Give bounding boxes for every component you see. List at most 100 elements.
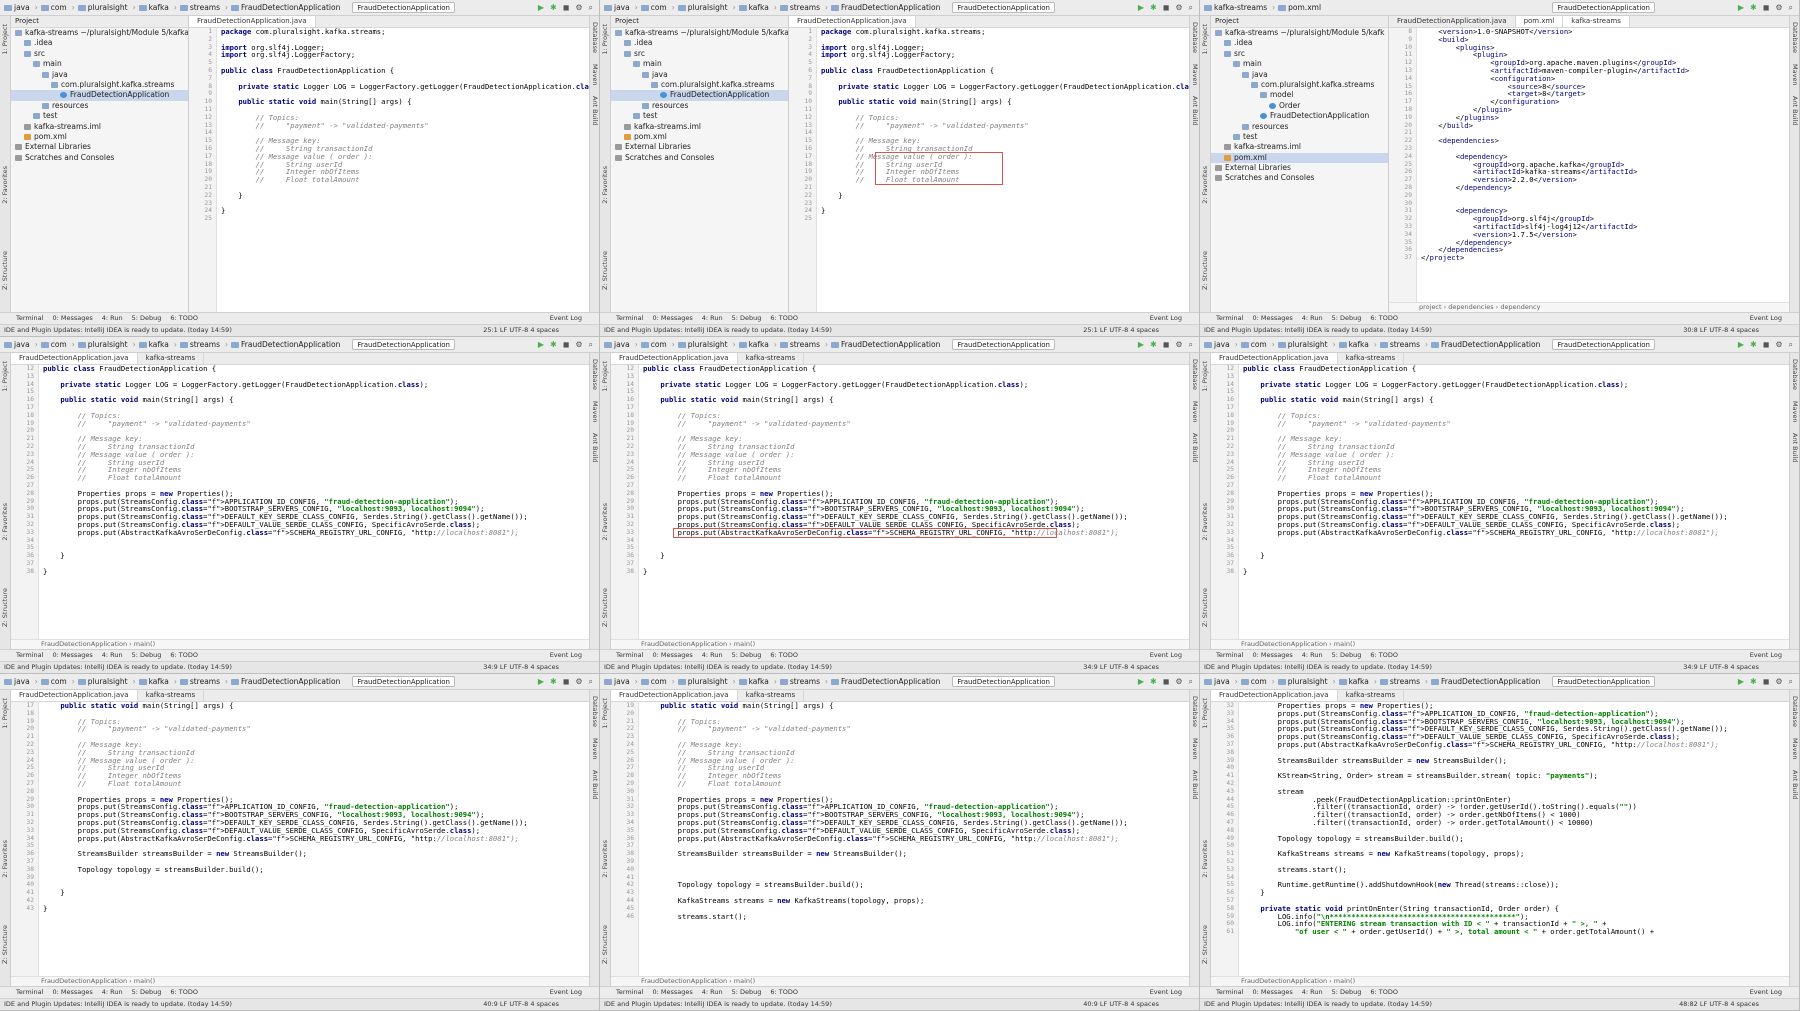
code-area[interactable]: 19 public static void main(String[] args… xyxy=(626,702,1185,986)
code-area[interactable]: 8 <version>1.0-SNAPSHOT</version> 9 <buil… xyxy=(1404,28,1785,312)
event-log-button[interactable]: Event Log xyxy=(1150,313,1182,324)
tool-window-database[interactable]: Database xyxy=(591,696,599,727)
tool-window-maven[interactable]: Maven xyxy=(1191,64,1199,86)
nav-crumb[interactable]: streams xyxy=(790,340,820,349)
tool-button-messages[interactable]: 0: Messages xyxy=(652,988,692,996)
tree-item[interactable]: com.pluralsight.kafka.streams xyxy=(611,80,788,90)
tree-item[interactable]: .idea xyxy=(1211,38,1388,48)
run-config-select[interactable]: FraudDetectionApplication xyxy=(1552,339,1655,350)
tool-window-project[interactable]: 1: Project xyxy=(1201,361,1209,392)
debug-icon[interactable]: ✱ xyxy=(1750,3,1757,13)
event-log-button[interactable]: Event Log xyxy=(1150,987,1182,998)
nav-crumb[interactable]: java xyxy=(614,3,630,12)
nav-crumb[interactable]: com xyxy=(651,677,667,686)
tree-item[interactable]: External Libraries xyxy=(611,142,788,152)
status-message[interactable]: IDE and Plugin Updates: IntelliJ IDEA is… xyxy=(4,326,232,334)
nav-crumb[interactable]: com xyxy=(1251,340,1267,349)
tool-window-maven[interactable]: Maven xyxy=(1191,738,1199,760)
tool-window-structure[interactable]: Z: Structure xyxy=(1201,588,1209,627)
tree-item[interactable]: main xyxy=(11,59,188,69)
tool-button-debug[interactable]: 5: Debug xyxy=(732,988,762,996)
run-icon[interactable]: ▶ xyxy=(1138,677,1144,687)
status-message[interactable]: IDE and Plugin Updates: IntelliJ IDEA is… xyxy=(4,1000,232,1008)
code-area[interactable]: 12 public class FraudDetectionApplication… xyxy=(26,365,585,649)
tool-button-messages[interactable]: 0: Messages xyxy=(1252,988,1292,996)
tool-window-favorites[interactable]: 2: Favorites xyxy=(601,840,609,878)
tool-window-ant[interactable]: Ant Build xyxy=(1191,770,1199,800)
tool-window-project[interactable]: 1: Project xyxy=(1,361,9,392)
tree-item[interactable]: Scratches and Consoles xyxy=(11,153,188,163)
tree-item[interactable]: External Libraries xyxy=(1211,163,1388,173)
debug-icon[interactable]: ✱ xyxy=(550,340,557,350)
event-log-button[interactable]: Event Log xyxy=(1750,650,1782,661)
code-area[interactable]: 1 package com.pluralsight.kafka.streams; 2… xyxy=(204,28,589,312)
tree-item[interactable]: src xyxy=(1211,49,1388,59)
status-message[interactable]: IDE and Plugin Updates: IntelliJ IDEA is… xyxy=(604,326,832,334)
tree-item[interactable]: src xyxy=(611,49,788,59)
tree-item[interactable]: model xyxy=(1211,90,1388,100)
nav-crumb[interactable]: streams xyxy=(190,677,220,686)
tool-button-terminal[interactable]: Terminal xyxy=(616,988,643,996)
code-editor[interactable]: FraudDetectionApplication.java pom.xml kaf… xyxy=(1389,16,1789,312)
nav-crumb[interactable]: com xyxy=(51,677,67,686)
code-editor[interactable]: FraudDetectionApplication.java kafka-stre… xyxy=(11,690,589,986)
nav-crumb[interactable]: FraudDetectionApplication xyxy=(1441,340,1540,349)
nav-crumb[interactable]: kafka xyxy=(149,677,169,686)
editor-tab[interactable]: kafka-streams xyxy=(1338,353,1405,364)
search-icon[interactable]: ⌕ xyxy=(1189,3,1193,13)
search-icon[interactable]: ⌕ xyxy=(1189,677,1193,687)
nav-crumb[interactable]: FraudDetectionApplication xyxy=(241,677,340,686)
tool-button-run[interactable]: 4: Run xyxy=(702,314,723,322)
cursor-position[interactable]: 48:82 LF UTF-8 4 spaces xyxy=(1679,999,1759,1010)
status-message[interactable]: IDE and Plugin Updates: IntelliJ IDEA is… xyxy=(1204,663,1432,671)
tool-button-debug[interactable]: 5: Debug xyxy=(132,314,162,322)
nav-crumb[interactable]: pluralsight xyxy=(88,340,128,349)
tree-item[interactable]: src xyxy=(11,49,188,59)
tool-window-structure[interactable]: Z: Structure xyxy=(601,588,609,627)
tool-window-database[interactable]: Database xyxy=(1191,696,1199,727)
event-log-button[interactable]: Event Log xyxy=(1750,987,1782,998)
status-message[interactable]: IDE and Plugin Updates: IntelliJ IDEA is… xyxy=(1204,326,1432,334)
breadcrumb-class[interactable]: FraudDetectionApplication xyxy=(41,640,127,648)
run-config-select[interactable]: FraudDetectionApplication xyxy=(352,2,455,13)
nav-crumb[interactable]: FraudDetectionApplication xyxy=(841,3,940,12)
breadcrumb-item[interactable]: project xyxy=(1419,303,1442,311)
tool-button-todo[interactable]: 6: TODO xyxy=(770,988,798,996)
event-log-button[interactable]: Event Log xyxy=(1150,650,1182,661)
run-config-select[interactable]: FraudDetectionApplication xyxy=(1552,2,1655,13)
run-icon[interactable]: ▶ xyxy=(1738,3,1744,13)
tool-window-project[interactable]: 1: Project xyxy=(1201,24,1209,55)
nav-crumb[interactable]: streams xyxy=(790,3,820,12)
tool-window-database[interactable]: Database xyxy=(591,22,599,53)
tool-window-ant[interactable]: Ant Build xyxy=(1791,96,1799,126)
code-area[interactable]: 1 package com.pluralsight.kafka.streams; 2… xyxy=(804,28,1189,312)
tool-window-favorites[interactable]: 2: Favorites xyxy=(1,166,9,204)
search-icon[interactable]: ⌕ xyxy=(1789,677,1793,687)
breadcrumb-method[interactable]: main() xyxy=(734,977,755,985)
tree-item[interactable]: Scratches and Consoles xyxy=(611,153,788,163)
settings-icon[interactable]: ⚙ xyxy=(1175,3,1182,13)
tree-item[interactable]: FraudDetectionApplication xyxy=(1211,111,1388,121)
tool-button-messages[interactable]: 0: Messages xyxy=(52,988,92,996)
tree-item[interactable]: com.pluralsight.kafka.streams xyxy=(11,80,188,90)
nav-crumb[interactable]: java xyxy=(14,340,30,349)
tree-item[interactable]: External Libraries xyxy=(11,142,188,152)
tool-button-todo[interactable]: 6: TODO xyxy=(170,988,198,996)
tool-window-ant[interactable]: Ant Build xyxy=(1791,433,1799,463)
code-editor[interactable]: FraudDetectionApplication.java kafka-stre… xyxy=(11,353,589,649)
tool-button-run[interactable]: 4: Run xyxy=(1302,314,1323,322)
code-editor[interactable]: FraudDetectionApplication.java kafka-stre… xyxy=(611,353,1189,649)
tree-item[interactable]: kafka-streams.iml xyxy=(611,122,788,132)
stop-icon[interactable]: ◼ xyxy=(563,340,570,350)
tool-window-favorites[interactable]: 2: Favorites xyxy=(601,166,609,204)
tool-window-maven[interactable]: Maven xyxy=(1791,64,1799,86)
tool-button-run[interactable]: 4: Run xyxy=(1302,651,1323,659)
tool-button-todo[interactable]: 6: TODO xyxy=(770,314,798,322)
tool-button-terminal[interactable]: Terminal xyxy=(1216,314,1243,322)
cursor-position[interactable]: 25:1 LF UTF-8 4 spaces xyxy=(1083,325,1159,336)
nav-crumb[interactable]: FraudDetectionApplication xyxy=(841,677,940,686)
tree-item[interactable]: kafka-streams ~/pluralsight/Module 5/kaf… xyxy=(611,28,788,38)
nav-crumb[interactable]: java xyxy=(14,677,30,686)
code-area[interactable]: 12 public class FraudDetectionApplication… xyxy=(626,365,1185,649)
nav-crumb[interactable]: kafka xyxy=(149,340,169,349)
